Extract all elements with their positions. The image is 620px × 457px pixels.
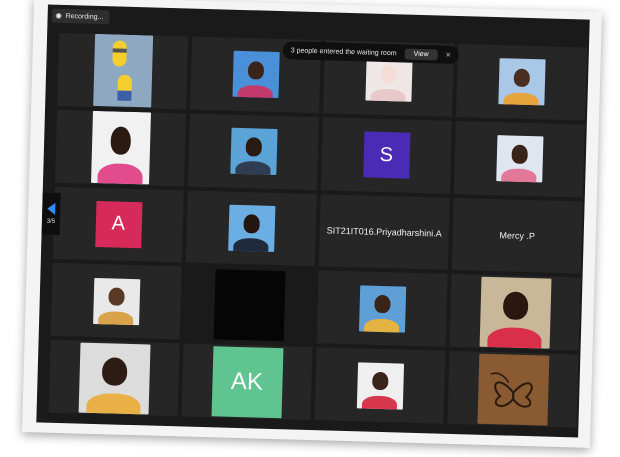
participant-video (497, 58, 546, 106)
video-tile[interactable] (50, 263, 182, 340)
participant-video-off (213, 269, 286, 342)
avatar-initials: AK (230, 367, 264, 396)
participant-video (476, 353, 549, 426)
video-tile[interactable] (57, 32, 189, 110)
recording-indicator[interactable]: Recording... (51, 8, 110, 25)
participant-video (495, 135, 543, 183)
video-tile[interactable]: A (52, 186, 184, 263)
video-tile[interactable] (187, 113, 319, 190)
video-tile[interactable]: SIT21IT016.Priyadharshini.A (318, 193, 450, 271)
video-tile[interactable] (314, 347, 446, 424)
chevron-left-icon (47, 202, 56, 215)
avatar-initials: A (111, 212, 126, 236)
view-button[interactable]: View (404, 48, 438, 60)
video-tile[interactable] (449, 274, 581, 351)
participant-avatar: AK (211, 345, 283, 418)
video-tile[interactable]: Mercy .P (451, 197, 583, 274)
butterfly-icon (490, 372, 533, 408)
video-tile[interactable]: AK (181, 343, 313, 421)
video-tile[interactable] (453, 120, 585, 198)
participant-name: SIT21IT016.Priyadharshini.A (326, 225, 442, 239)
video-tile[interactable] (455, 44, 587, 121)
participant-video (479, 276, 552, 349)
close-icon[interactable]: × (445, 50, 451, 60)
video-tile[interactable] (447, 351, 579, 428)
page-indicator: 3/5 (46, 218, 56, 225)
participant-name: Mercy .P (499, 230, 536, 242)
participant-video (356, 361, 404, 410)
photo-frame: Recording... 3 people entered the waitin… (22, 0, 602, 448)
participant-video (227, 204, 275, 252)
participant-avatar: A (94, 200, 142, 249)
waiting-room-text: 3 people entered the waiting room (290, 46, 397, 57)
video-tile[interactable] (48, 339, 180, 417)
avatar-initials: S (379, 143, 394, 166)
video-tile[interactable] (55, 109, 186, 187)
participant-video (231, 51, 280, 99)
previous-page-button[interactable]: 3/5 (41, 192, 61, 235)
meeting-window: Recording... 3 people entered the waitin… (36, 4, 590, 438)
participant-video (92, 34, 153, 108)
video-tile[interactable]: S (320, 117, 452, 194)
participant-video (229, 127, 278, 176)
participant-video (90, 111, 151, 185)
participant-video (358, 285, 406, 333)
participant-video (92, 277, 140, 325)
participant-avatar: S (362, 131, 411, 179)
gallery-grid: S A SIT21IT016.Priyadharshini.A Mercy .P… (48, 32, 587, 428)
recording-label: Recording... (65, 12, 104, 21)
record-icon (55, 12, 62, 19)
participant-video (78, 342, 151, 415)
video-tile[interactable] (316, 270, 448, 347)
video-tile[interactable] (185, 190, 317, 267)
video-tile[interactable] (183, 266, 315, 344)
